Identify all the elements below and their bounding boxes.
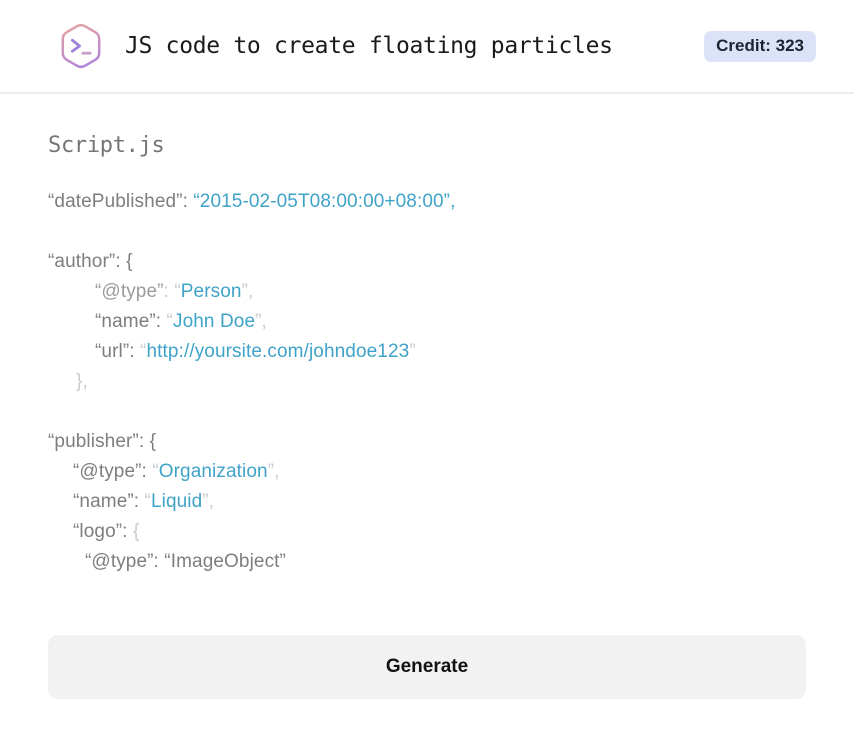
code-line: “name”: “John Doe”, [95, 311, 267, 332]
filename-label: Script.js [48, 133, 165, 158]
credit-badge: Credit: 323 [704, 30, 816, 62]
code-line: “@type”: “Person”, [95, 281, 254, 302]
generate-button[interactable]: Generate [48, 635, 806, 699]
code-line: “name”: “Liquid”, [73, 491, 215, 512]
code-line: “url”: “http://yoursite.com/johndoe123” [95, 341, 416, 362]
code-block: “datePublished”: “2015-02-05T08:00:00+08… [48, 187, 806, 577]
code-line: “@type”: “ImageObject” [85, 551, 286, 572]
code-line: “publisher”: { [48, 431, 157, 452]
code-line: “datePublished”: “2015-02-05T08:00:00+08… [48, 191, 456, 212]
code-line: “author”: { [48, 251, 133, 272]
code-line: “@type”: “Organization”, [73, 461, 280, 482]
page-title: JS code to create floating particles [125, 33, 613, 59]
code-line: “logo”: { [73, 521, 140, 542]
header: JS code to create floating particles Cre… [0, 0, 854, 94]
main-content: Script.js “datePublished”: “2015-02-05T0… [0, 133, 854, 699]
terminal-prompt-hexagon-icon [61, 23, 101, 69]
code-line: }, [76, 371, 88, 392]
